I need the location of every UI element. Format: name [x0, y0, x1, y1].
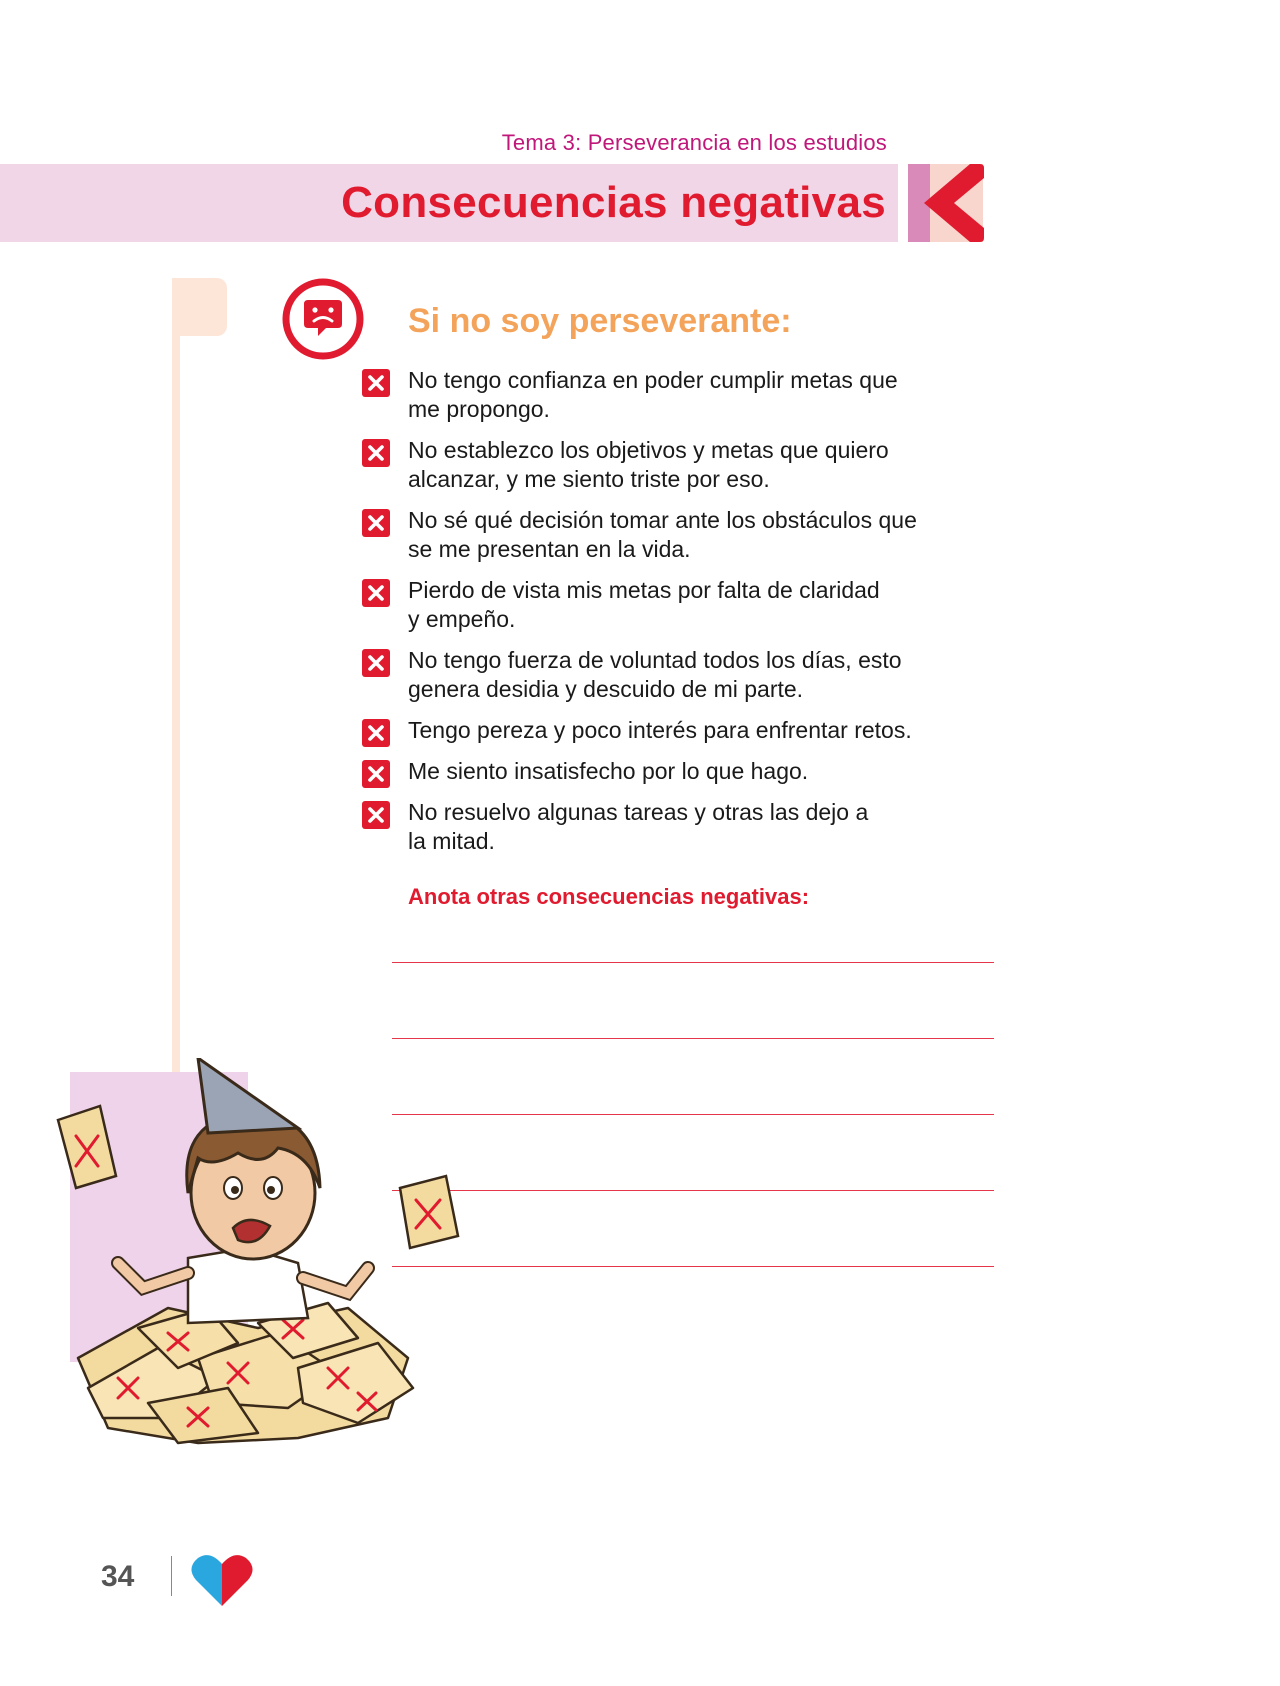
answer-line[interactable]	[392, 1038, 994, 1039]
red-x-icon	[362, 801, 390, 829]
list-item-line: genera desidia y descuido de mi parte.	[408, 676, 804, 702]
red-x-icon	[362, 509, 390, 537]
list-item: No tengo confianza en poder cumplir meta…	[362, 366, 1002, 424]
list-item-line: No establezco los objetivos y metas que …	[408, 437, 889, 463]
list-item: No tengo fuerza de voluntad todos los dí…	[362, 646, 1002, 704]
red-x-icon	[362, 439, 390, 467]
margin-bar	[172, 278, 180, 1078]
red-x-icon	[362, 719, 390, 747]
section-heading: Si no soy perseverante:	[408, 302, 792, 340]
list-item-line: Tengo pereza y poco interés para enfrent…	[408, 717, 912, 743]
red-x-icon	[362, 649, 390, 677]
list-item-line: Me siento insatisfecho por lo que hago.	[408, 758, 809, 784]
consequence-list: No tengo confianza en poder cumplir meta…	[362, 366, 1002, 856]
list-item: No sé qué decisión tomar ante los obstác…	[362, 506, 1002, 564]
page-title: Consecuencias negativas	[341, 178, 886, 227]
heart-logo-icon	[191, 1555, 253, 1606]
list-item-line: No sé qué decisión tomar ante los obstác…	[408, 507, 917, 533]
chevron-left-icon	[924, 164, 984, 242]
list-item-line: se me presentan en la vida.	[408, 536, 691, 562]
footer-divider	[171, 1556, 172, 1596]
red-x-icon	[362, 579, 390, 607]
answer-line[interactable]	[392, 962, 994, 963]
list-item: Me siento insatisfecho por lo que hago.	[362, 757, 1002, 788]
list-item: Pierdo de vista mis metas por falta de c…	[362, 576, 1002, 634]
sad-face-speech-bubble-icon	[282, 278, 364, 360]
list-item: No resuelvo algunas tareas y otras las d…	[362, 798, 1002, 856]
list-item-line: me propongo.	[408, 396, 550, 422]
title-band-separator	[898, 164, 908, 242]
list-item-line: No resuelvo algunas tareas y otras las d…	[408, 799, 869, 825]
list-item-line: No tengo confianza en poder cumplir meta…	[408, 367, 898, 393]
red-x-icon	[362, 369, 390, 397]
list-item-line: y empeño.	[408, 606, 516, 632]
list-item-line: la mitad.	[408, 828, 495, 854]
page-number: 34	[101, 1560, 135, 1593]
answer-prompt: Anota otras consecuencias negativas:	[408, 884, 810, 909]
list-item-line: alcanzar, y me siento triste por eso.	[408, 466, 770, 492]
list-item: Tengo pereza y poco interés para enfrent…	[362, 716, 1002, 747]
margin-bar-cap	[172, 278, 227, 336]
list-item-line: No tengo fuerza de voluntad todos los dí…	[408, 647, 902, 673]
list-item: No establezco los objetivos y metas que …	[362, 436, 1002, 494]
red-x-icon	[362, 760, 390, 788]
list-item-line: Pierdo de vista mis metas por falta de c…	[408, 577, 880, 603]
boy-with-failed-papers-illustration	[56, 1058, 460, 1445]
topic-label: Tema 3: Perseverancia en los estudios	[501, 130, 887, 155]
